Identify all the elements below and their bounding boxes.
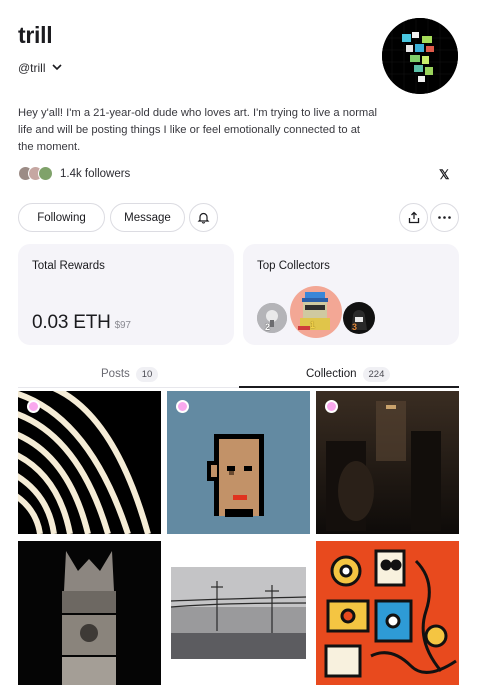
profile-tabs: Posts 10 Collection 224 <box>18 360 459 388</box>
rewards-eth-value: 0.03 ETH <box>32 312 111 333</box>
message-button[interactable]: Message <box>110 203 185 232</box>
accent-dot <box>325 400 338 413</box>
profile-bio: Hey y'all! I'm a 21-year-old dude who lo… <box>18 107 377 153</box>
collection-item[interactable] <box>316 391 459 534</box>
collection-item[interactable] <box>316 541 459 685</box>
total-rewards-title: Total Rewards <box>32 260 105 272</box>
top-collectors-card[interactable]: Top Collectors 2 1 3 <box>243 244 459 345</box>
collector-avatar-3[interactable]: 3 <box>343 302 375 334</box>
tab-posts[interactable]: Posts 10 <box>101 360 159 388</box>
total-rewards-card[interactable]: Total Rewards 0.03 ETH $97 <box>18 244 234 345</box>
more-icon[interactable] <box>430 203 459 232</box>
collector-rank: 1 <box>310 320 316 330</box>
rewards-eth-amount: 0.03 ETH $97 <box>32 312 131 334</box>
collector-rank: 2 <box>265 322 271 332</box>
handle-dropdown[interactable]: @trill <box>18 61 62 75</box>
collection-item[interactable] <box>167 391 310 534</box>
profile-header: trill @trill <box>18 22 62 75</box>
profile-name: trill <box>18 22 53 48</box>
accent-dot <box>27 400 40 413</box>
profile-handle: @trill <box>18 61 46 75</box>
tab-posts-label: Posts <box>101 368 130 380</box>
following-button[interactable]: Following <box>18 203 105 232</box>
collector-avatar-2[interactable]: 2 <box>257 303 287 333</box>
active-tab-indicator <box>239 386 459 388</box>
collector-rank: 3 <box>352 322 358 332</box>
share-icon[interactable] <box>399 203 428 232</box>
follower-avatar <box>38 166 53 181</box>
profile-avatar[interactable] <box>382 18 458 94</box>
tab-collection-label: Collection <box>306 368 357 380</box>
tab-collection-count: 224 <box>362 366 391 382</box>
top-collectors-title: Top Collectors <box>257 260 330 272</box>
accent-dot <box>176 400 189 413</box>
chevron-down-icon <box>51 63 62 74</box>
collection-item[interactable] <box>167 541 310 685</box>
followers-count: 1.4k followers <box>60 167 131 180</box>
followers-link[interactable]: 1.4k followers <box>18 166 130 181</box>
rewards-usd-value: $97 <box>114 320 131 331</box>
collector-avatar-1[interactable]: 1 <box>290 286 342 338</box>
bell-icon[interactable] <box>189 203 218 232</box>
tab-collection[interactable]: Collection 224 <box>306 360 391 388</box>
tab-posts-count: 10 <box>135 366 159 382</box>
collection-item[interactable] <box>18 391 161 534</box>
collection-item[interactable] <box>18 541 161 685</box>
x-social-icon[interactable]: 𝕏 <box>439 167 449 183</box>
